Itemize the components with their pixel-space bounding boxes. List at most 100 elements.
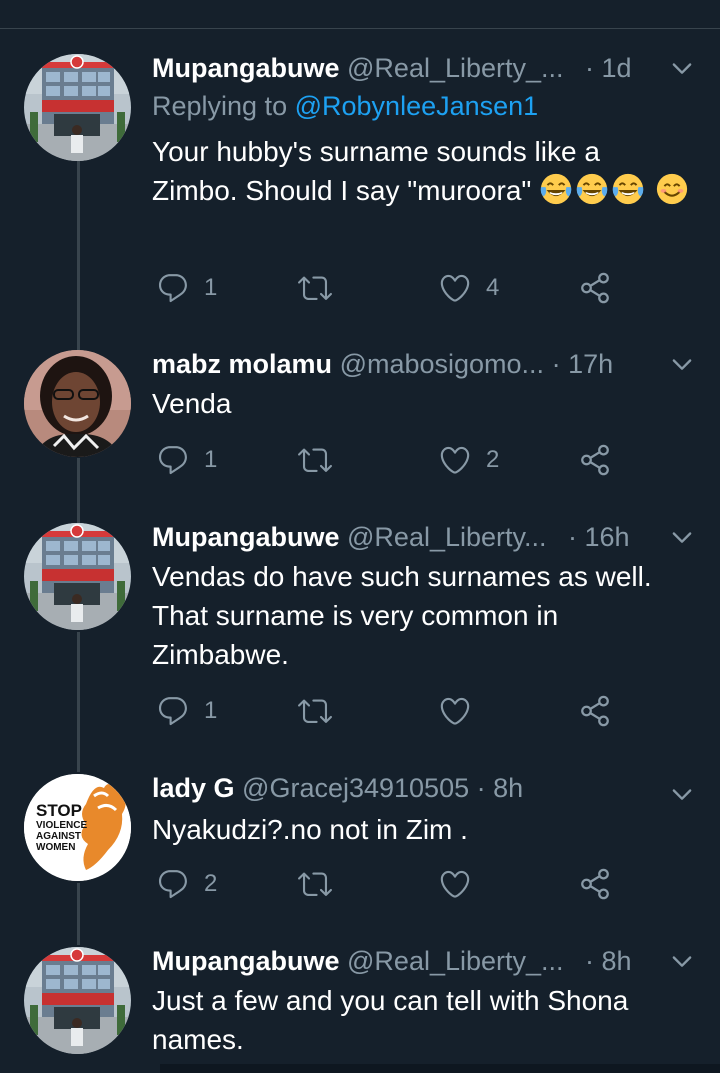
tweet-actions: 1 4 xyxy=(152,268,632,308)
bottom-edge xyxy=(160,1064,720,1073)
like-count: 2 xyxy=(486,446,500,473)
tweet-header: mabz molamu @mabosigomo... · 17h xyxy=(152,346,696,382)
laughing-emoji-icon xyxy=(611,172,645,206)
chevron-down-icon[interactable] xyxy=(668,780,696,808)
reply-count: 1 xyxy=(204,697,218,724)
reply-icon xyxy=(156,694,190,728)
avatar[interactable] xyxy=(24,350,131,457)
retweet-button[interactable] xyxy=(298,440,346,480)
tweet-header: lady G @Gracej34910505 · 8h xyxy=(152,770,696,806)
like-icon xyxy=(438,443,472,477)
share-icon xyxy=(578,443,612,477)
avatar-text-line: AGAINST xyxy=(36,831,81,842)
tweet-header: Mupangabuwe @Real_Liberty... · 16h xyxy=(152,519,696,555)
timestamp[interactable]: · 17h xyxy=(552,349,614,379)
tweet-body: Just a few and you can tell with Shona n… xyxy=(152,981,692,1059)
retweet-icon xyxy=(298,867,332,901)
reply-button[interactable]: 1 xyxy=(156,691,217,731)
tweet-text: Vendas do have such surnames as well. Th… xyxy=(152,561,652,670)
tweet-text: Just a few and you can tell with Shona n… xyxy=(152,985,629,1055)
reply-count: 1 xyxy=(204,274,218,301)
tweet[interactable]: Mupangabuwe @Real_Liberty... · 16h Venda… xyxy=(0,519,720,749)
user-handle[interactable]: @Real_Liberty_... xyxy=(347,946,564,976)
user-handle[interactable]: @Gracej34910505 xyxy=(242,773,469,803)
tweet-actions: 2 xyxy=(152,864,632,904)
timestamp[interactable]: · 1d xyxy=(585,53,632,83)
chevron-down-icon[interactable] xyxy=(668,947,696,975)
tweet-body: Vendas do have such surnames as well. Th… xyxy=(152,557,692,674)
replying-to-label: Replying to xyxy=(152,91,288,121)
tweet-body: Venda xyxy=(152,384,692,423)
share-button[interactable] xyxy=(578,268,612,308)
share-icon xyxy=(578,694,612,728)
tweet-actions: 1 2 xyxy=(152,440,632,480)
timestamp[interactable]: · 8h xyxy=(585,946,632,976)
avatar-text-line: WOMEN xyxy=(36,842,76,853)
reply-icon xyxy=(156,867,190,901)
tweet-body: Nyakudzi?.no not in Zim . xyxy=(152,810,692,849)
tweet-text: Your hubby's surname sounds like a Zimbo… xyxy=(152,136,600,206)
reply-button[interactable]: 2 xyxy=(156,864,217,904)
user-handle[interactable]: @Real_Liberty_... xyxy=(347,53,564,83)
retweet-icon xyxy=(298,694,332,728)
like-button[interactable] xyxy=(438,691,472,731)
avatar[interactable] xyxy=(24,947,131,1054)
like-button[interactable] xyxy=(438,864,472,904)
share-button[interactable] xyxy=(578,691,612,731)
top-divider xyxy=(0,28,720,29)
retweet-icon xyxy=(298,443,332,477)
avatar[interactable] xyxy=(24,54,131,161)
timestamp[interactable]: · 8h xyxy=(477,773,524,803)
display-name[interactable]: lady G xyxy=(152,773,235,803)
tweet-header: Mupangabuwe @Real_Liberty_... · 8h xyxy=(152,943,696,979)
tweet-text: Nyakudzi?.no not in Zim . xyxy=(152,814,468,845)
avatar-text-line: VIOLENCE xyxy=(36,820,88,831)
tweet-actions: 1 xyxy=(152,691,632,731)
like-count: 4 xyxy=(486,274,500,301)
tweet-text: Venda xyxy=(152,388,232,419)
reply-count: 2 xyxy=(204,870,218,897)
reply-button[interactable]: 1 xyxy=(156,268,217,308)
avatar-text: STOP VIOLENCE AGAINST WOMEN xyxy=(36,801,92,854)
laughing-emoji-icon xyxy=(539,172,573,206)
chevron-down-icon[interactable] xyxy=(668,523,696,551)
retweet-icon xyxy=(298,271,332,305)
chevron-down-icon[interactable] xyxy=(668,54,696,82)
share-button[interactable] xyxy=(578,864,612,904)
tweet-body: Your hubby's surname sounds like a Zimbo… xyxy=(152,132,692,210)
like-icon xyxy=(438,271,472,305)
avatar-text-line: STOP xyxy=(36,801,82,820)
laughing-emoji-icon xyxy=(575,172,609,206)
retweet-button[interactable] xyxy=(298,691,332,731)
retweet-button[interactable] xyxy=(298,864,332,904)
display-name[interactable]: Mupangabuwe xyxy=(152,53,340,83)
reply-button[interactable]: 1 xyxy=(156,440,217,480)
avatar[interactable] xyxy=(24,523,131,630)
chevron-down-icon[interactable] xyxy=(668,350,696,378)
share-button[interactable] xyxy=(578,440,612,480)
user-handle[interactable]: @Real_Liberty... xyxy=(347,522,547,552)
like-button[interactable]: 2 xyxy=(438,440,499,480)
reply-icon xyxy=(156,443,190,477)
tweet[interactable]: mabz molamu @mabosigomo... · 17h Venda 1… xyxy=(0,346,720,496)
mention-link[interactable]: @RobynleeJansen1 xyxy=(295,91,539,121)
user-handle[interactable]: @mabosigomo... xyxy=(340,349,545,379)
tweet[interactable]: Mupangabuwe @Real_Liberty_... · 1d Reply… xyxy=(0,50,720,325)
smiling-emoji-icon xyxy=(655,172,689,206)
display-name[interactable]: mabz molamu xyxy=(152,349,332,379)
share-icon xyxy=(578,867,612,901)
replying-to: Replying to @RobynleeJansen1 xyxy=(152,88,538,124)
display-name[interactable]: Mupangabuwe xyxy=(152,946,340,976)
reply-icon xyxy=(156,271,190,305)
timestamp[interactable]: · 16h xyxy=(568,522,630,552)
display-name[interactable]: Mupangabuwe xyxy=(152,522,340,552)
tweet-header: Mupangabuwe @Real_Liberty_... · 1d xyxy=(152,50,696,86)
tweet[interactable]: Mupangabuwe @Real_Liberty_... · 8h Just … xyxy=(0,943,720,1063)
reply-count: 1 xyxy=(204,446,218,473)
like-icon xyxy=(438,867,472,901)
avatar[interactable]: STOP VIOLENCE AGAINST WOMEN xyxy=(24,774,131,881)
like-button[interactable]: 4 xyxy=(438,268,499,308)
like-icon xyxy=(438,694,472,728)
tweet[interactable]: STOP VIOLENCE AGAINST WOMEN lady G @Grac… xyxy=(0,770,720,920)
retweet-button[interactable] xyxy=(298,268,346,308)
